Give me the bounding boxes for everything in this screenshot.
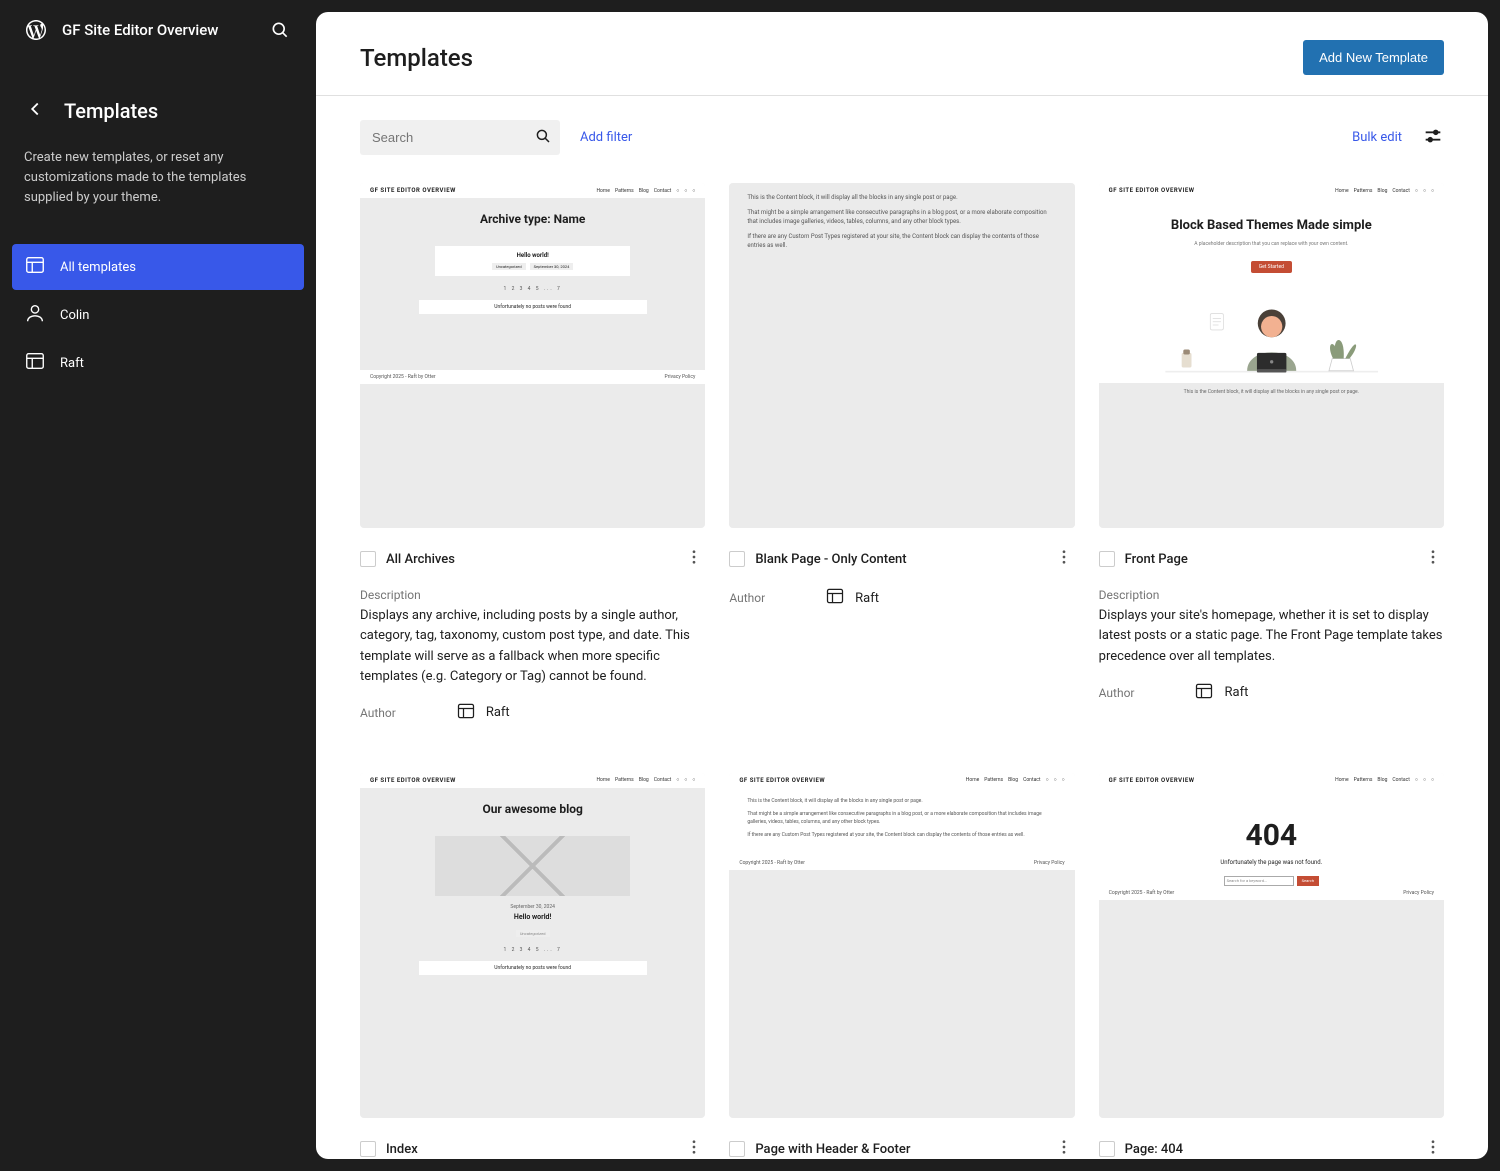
sidebar-description: Create new templates, or reset any custo… [24, 148, 292, 208]
main-content: Templates Add New Template Add filter Bu… [316, 12, 1488, 1159]
sidebar-item-label: Colin [60, 308, 89, 323]
template-card: GF SITE EDITOR OVERVIEWHomePatternsBlogC… [360, 773, 705, 1159]
layout-icon [456, 701, 476, 725]
add-filter-button[interactable]: Add filter [580, 130, 632, 145]
template-thumbnail[interactable]: GF SITE EDITOR OVERVIEWHomePatternsBlogC… [729, 773, 1074, 1118]
user-icon [24, 302, 46, 328]
sidebar-top: GF Site Editor Overview [0, 0, 316, 60]
template-author: Raft [1194, 681, 1248, 705]
sidebar-item-raft[interactable]: Raft [12, 340, 304, 386]
more-actions-button[interactable] [683, 1136, 705, 1159]
layout-icon [24, 254, 46, 280]
template-description: Displays any archive, including posts by… [360, 606, 705, 687]
view-options-button[interactable] [1422, 125, 1444, 151]
more-actions-button[interactable] [1053, 1136, 1075, 1159]
template-thumbnail[interactable]: This is the Content block, it will displ… [729, 183, 1074, 528]
description-label: Description [360, 588, 705, 602]
search-icon [534, 127, 552, 149]
sidebar-item-colin[interactable]: Colin [12, 292, 304, 338]
author-label: Author [729, 591, 765, 605]
template-card: GF SITE EDITOR OVERVIEWHomePatternsBlogC… [360, 183, 705, 725]
back-button[interactable] [24, 98, 46, 124]
template-title[interactable]: Page: 404 [1125, 1142, 1412, 1157]
select-checkbox[interactable] [1099, 551, 1115, 567]
sidebar: GF Site Editor Overview Templates Create… [0, 0, 316, 1171]
template-title[interactable]: Front Page [1125, 552, 1412, 567]
page-title: Templates [360, 44, 473, 72]
template-thumbnail[interactable]: GF SITE EDITOR OVERVIEWHomePatternsBlogC… [1099, 183, 1444, 528]
template-card: GF SITE EDITOR OVERVIEWHomePatternsBlogC… [729, 773, 1074, 1159]
sidebar-nav-list: All templates Colin Raft [0, 244, 316, 388]
author-label: Author [1099, 686, 1135, 700]
divider [316, 95, 1488, 96]
add-new-template-button[interactable]: Add New Template [1303, 40, 1444, 75]
site-name[interactable]: GF Site Editor Overview [62, 21, 218, 39]
select-checkbox[interactable] [729, 551, 745, 567]
template-author: Raft [456, 701, 510, 725]
template-thumbnail[interactable]: GF SITE EDITOR OVERVIEWHomePatternsBlogC… [360, 183, 705, 528]
search-input[interactable] [360, 120, 560, 155]
layout-icon [1194, 681, 1214, 705]
template-author: Raft [825, 586, 879, 610]
sidebar-item-all-templates[interactable]: All templates [12, 244, 304, 290]
template-title[interactable]: All Archives [386, 552, 673, 567]
templates-grid: GF SITE EDITOR OVERVIEWHomePatternsBlogC… [360, 183, 1444, 1159]
command-search-button[interactable] [268, 18, 292, 42]
template-thumbnail[interactable]: GF SITE EDITOR OVERVIEWHomePatternsBlogC… [1099, 773, 1444, 1118]
description-label: Description [1099, 588, 1444, 602]
more-actions-button[interactable] [683, 546, 705, 572]
template-description: Displays your site's homepage, whether i… [1099, 606, 1444, 666]
layout-icon [24, 350, 46, 376]
more-actions-button[interactable] [1422, 1136, 1444, 1159]
template-thumbnail[interactable]: GF SITE EDITOR OVERVIEWHomePatternsBlogC… [360, 773, 705, 1118]
sidebar-title: Templates [64, 99, 158, 123]
more-actions-button[interactable] [1422, 546, 1444, 572]
bulk-edit-button[interactable]: Bulk edit [1352, 130, 1402, 145]
template-title[interactable]: Page with Header & Footer [755, 1142, 1042, 1157]
select-checkbox[interactable] [360, 1141, 376, 1157]
template-title[interactable]: Blank Page - Only Content [755, 552, 1042, 567]
author-label: Author [360, 706, 396, 720]
sidebar-item-label: All templates [60, 260, 136, 275]
select-checkbox[interactable] [729, 1141, 745, 1157]
template-title[interactable]: Index [386, 1142, 673, 1157]
template-card: This is the Content block, it will displ… [729, 183, 1074, 725]
template-card: GF SITE EDITOR OVERVIEWHomePatternsBlogC… [1099, 183, 1444, 725]
layout-icon [825, 586, 845, 610]
sidebar-item-label: Raft [60, 356, 84, 371]
select-checkbox[interactable] [360, 551, 376, 567]
select-checkbox[interactable] [1099, 1141, 1115, 1157]
wordpress-logo-icon[interactable] [24, 18, 48, 42]
template-card: GF SITE EDITOR OVERVIEWHomePatternsBlogC… [1099, 773, 1444, 1159]
more-actions-button[interactable] [1053, 546, 1075, 572]
